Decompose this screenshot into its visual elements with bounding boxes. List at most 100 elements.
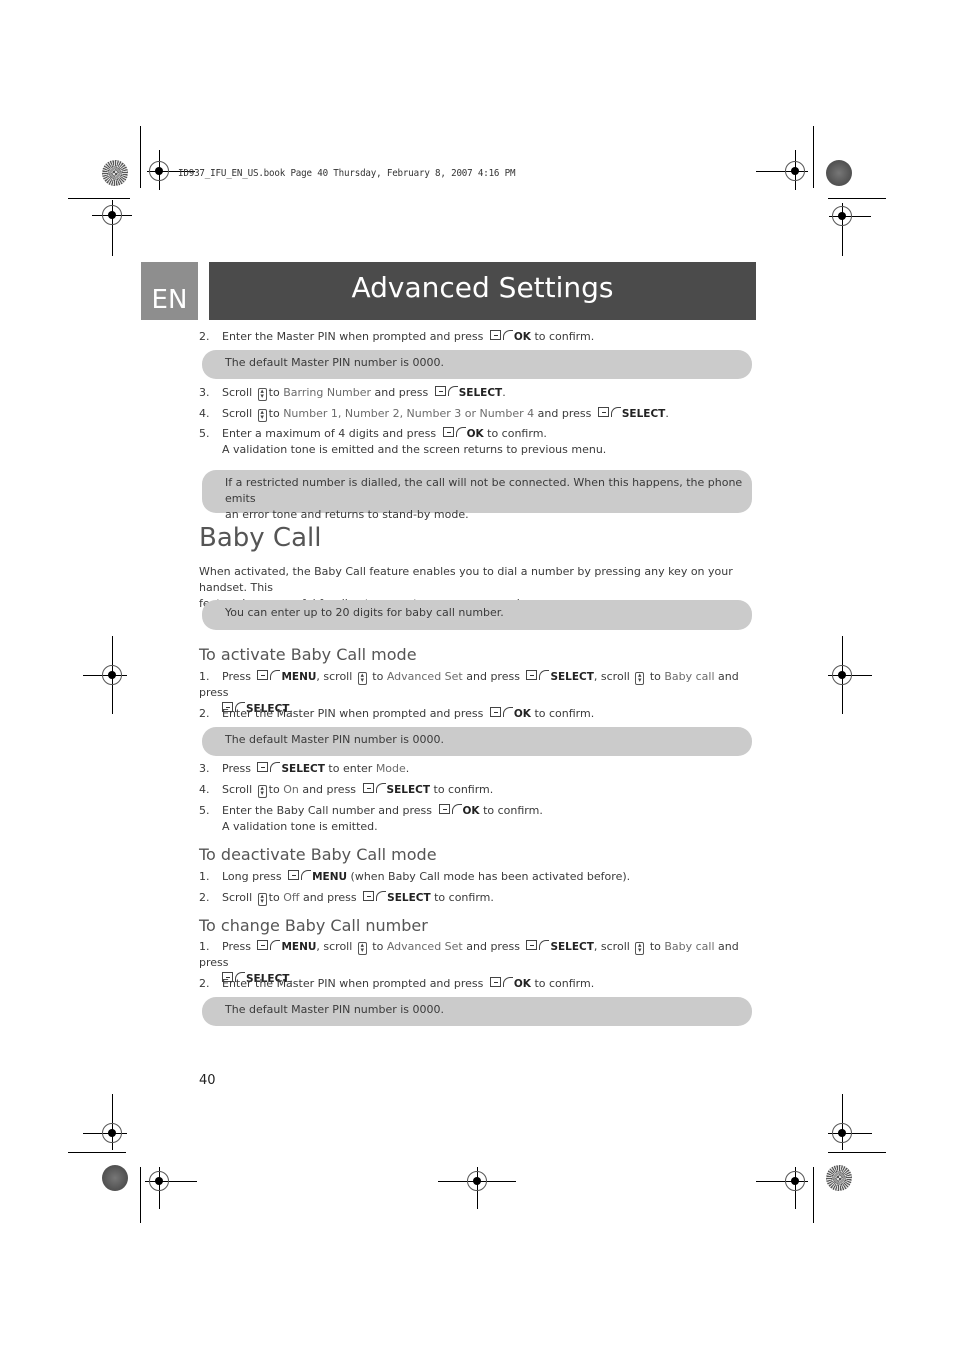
step-text: to [649, 940, 661, 953]
step-number: 4. [199, 407, 210, 420]
scroll-key-icon: ▴ ▾ [257, 785, 267, 798]
step-text: and press [302, 891, 357, 904]
note-box: The default Master PIN number is 0000. [202, 727, 752, 756]
softkey-icon [434, 386, 458, 397]
softkey-icon [442, 427, 466, 438]
crosshair-icon [102, 665, 122, 685]
key-label: MENU [281, 941, 317, 953]
step-item: 3. Scroll ▴ ▾ to Barring Number and press S… [199, 385, 506, 401]
softkey-icon [489, 977, 513, 988]
key-label: OK [462, 805, 480, 817]
step-text: . [665, 407, 669, 420]
registration-disk-icon [826, 160, 852, 186]
menu-item-name: On [283, 783, 299, 796]
step-text: to confirm. [534, 330, 595, 343]
note-text: If a restricted number is dialled, the c… [225, 476, 743, 505]
scroll-key-icon: ▴ ▾ [357, 672, 367, 685]
language-tab: EN [141, 262, 198, 320]
step-text: Scroll [222, 386, 253, 399]
crosshair-icon [102, 1123, 122, 1143]
softkey-icon [257, 940, 281, 951]
step-number: 2. [199, 977, 210, 990]
menu-item-name: Number 1, Number 2, Number 3 or Number 4 [283, 407, 535, 420]
scroll-key-icon: ▴ ▾ [635, 672, 645, 685]
softkey-icon [526, 670, 550, 681]
page-title: Advanced Settings [209, 262, 756, 320]
registration-disk-icon [102, 1165, 128, 1191]
menu-item-name: Advanced Set [386, 670, 463, 683]
step-text: and press [537, 407, 592, 420]
key-label: SELECT [281, 763, 325, 775]
crosshair-icon [102, 205, 122, 225]
step-text: to confirm. [534, 707, 595, 720]
crosshair-icon [832, 665, 852, 685]
key-label: OK [513, 978, 531, 990]
step-item: 2. Enter the Master PIN when prompted and… [199, 706, 594, 722]
step-text: to confirm. [434, 891, 494, 904]
step-text: Scroll [222, 783, 253, 796]
note-box: The default Master PIN number is 0000. [202, 350, 752, 379]
note-text: an error tone and returns to stand-by mo… [225, 508, 469, 521]
step-text: Enter the Master PIN when prompted and p… [222, 977, 484, 990]
softkey-icon [288, 870, 312, 881]
step-number: 2. [199, 707, 210, 720]
note-box: If a restricted number is dialled, the c… [202, 470, 752, 521]
crop-mark [828, 1152, 886, 1153]
crop-mark [140, 1167, 141, 1223]
key-label: OK [466, 428, 484, 440]
step-item: 2. Enter the Master PIN when prompted and… [199, 329, 594, 345]
registration-disk-icon [826, 1165, 852, 1191]
step-item: 2. Scroll ▴ ▾ to Off and press SELECT to co… [199, 890, 494, 906]
crop-mark [68, 198, 130, 199]
registration-disk-icon [102, 160, 128, 186]
step-text: and press [466, 940, 520, 953]
step-text: and press [302, 783, 357, 796]
crosshair-icon [149, 1171, 169, 1191]
crop-mark [813, 1167, 814, 1223]
step-text: Enter the Master PIN when prompted and p… [222, 330, 484, 343]
step-text: (when Baby Call mode has been activated … [350, 870, 631, 883]
note-text: The default Master PIN number is 0000. [225, 356, 445, 369]
step-item: 4. Scroll ▴ ▾ to Number 1, Number 2, Number… [199, 406, 669, 422]
step-text: and press [374, 386, 429, 399]
section-heading: Baby Call [199, 523, 322, 553]
step-text: . [502, 386, 506, 399]
step-number: 2. [199, 891, 210, 904]
step-item: 5. Enter the Baby Call number and press O… [199, 803, 543, 835]
key-label: OK [513, 708, 531, 720]
note-box: You can enter up to 20 digits for baby c… [202, 600, 752, 630]
step-text: to [268, 386, 280, 399]
print-header: ID937_IFU_EN_US.book Page 40 Thursday, F… [178, 168, 516, 179]
step-text: Press [222, 940, 251, 953]
subsection-heading: To change Baby Call number [199, 916, 428, 935]
step-item: 4. Scroll ▴ ▾ to On and press SELECT to con… [199, 782, 493, 798]
note-text: The default Master PIN number is 0000. [225, 733, 445, 746]
step-text: to [268, 407, 280, 420]
step-text: . [405, 762, 410, 775]
softkey-icon [257, 670, 281, 681]
step-text: Scroll [222, 407, 253, 420]
crop-mark [68, 1152, 126, 1153]
step-text: to confirm. [487, 427, 547, 440]
scroll-key-icon: ▴ ▾ [635, 942, 645, 955]
crosshair-icon [785, 161, 805, 181]
step-text: to [649, 670, 661, 683]
key-label: OK [513, 331, 531, 343]
step-text: to enter [328, 762, 373, 775]
step-number: 1. [199, 940, 210, 953]
softkey-icon [597, 407, 621, 418]
subsection-heading: To deactivate Baby Call mode [199, 845, 437, 864]
scroll-key-icon: ▴ ▾ [257, 409, 267, 422]
step-text: A validation tone is emitted and the scr… [222, 443, 607, 456]
step-item: 5. Enter a maximum of 4 digits and press … [199, 426, 606, 458]
step-item: 2. Enter the Master PIN when prompted and… [199, 976, 594, 992]
step-number: 5. [199, 427, 210, 440]
step-text: Scroll [222, 891, 253, 904]
step-item: 3. Press SELECT to enter Mode. [199, 761, 409, 777]
step-text: to confirm. [433, 783, 494, 796]
step-text: and press [466, 670, 520, 683]
softkey-icon [489, 707, 513, 718]
crosshair-icon [832, 206, 852, 226]
step-number: 3. [199, 762, 210, 775]
step-number: 1. [199, 670, 210, 683]
